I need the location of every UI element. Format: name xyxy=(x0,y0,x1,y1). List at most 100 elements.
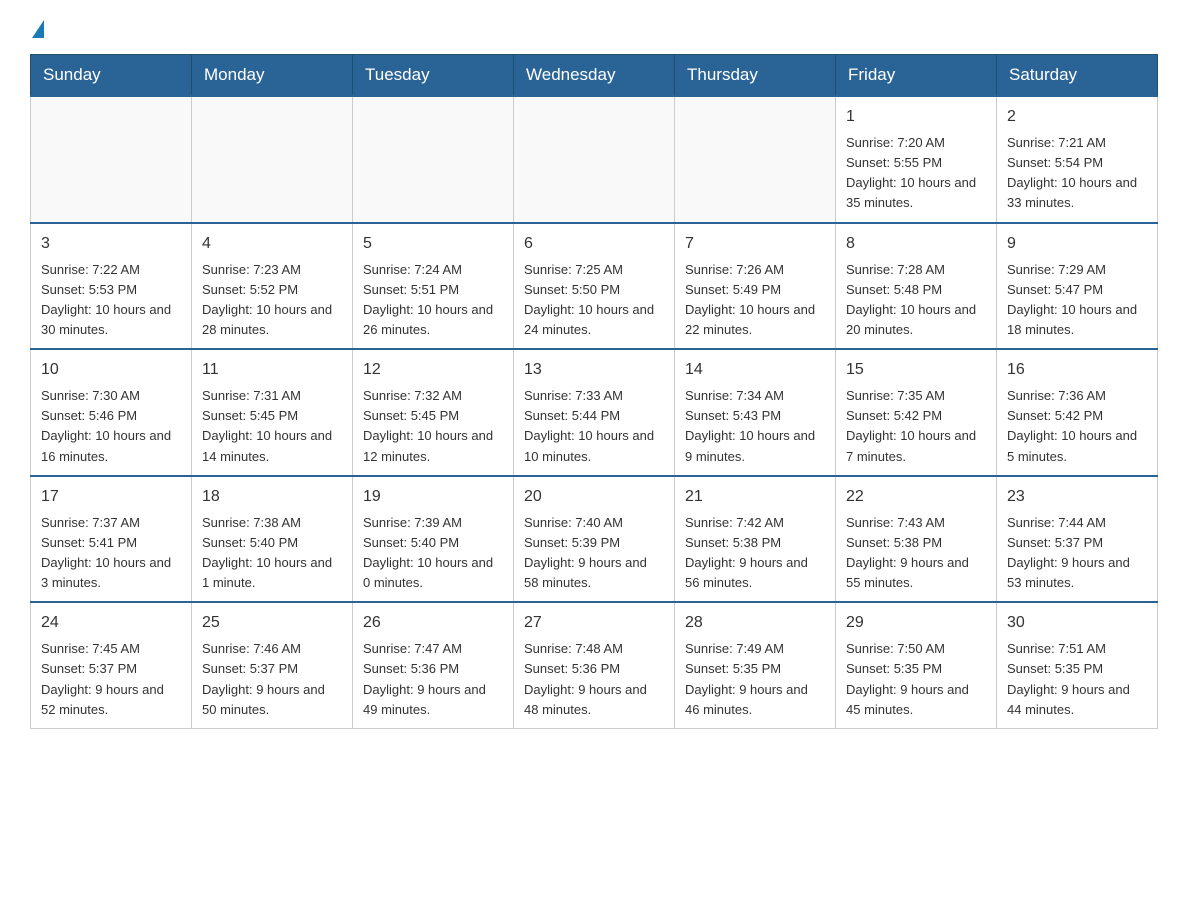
header-day-monday: Monday xyxy=(192,55,353,97)
day-number: 22 xyxy=(846,485,986,509)
calendar-table: SundayMondayTuesdayWednesdayThursdayFrid… xyxy=(30,54,1158,729)
day-number: 16 xyxy=(1007,358,1147,382)
day-number: 28 xyxy=(685,611,825,635)
day-info: Sunrise: 7:46 AM Sunset: 5:37 PM Dayligh… xyxy=(202,639,342,720)
calendar-cell xyxy=(675,96,836,223)
calendar-cell: 24Sunrise: 7:45 AM Sunset: 5:37 PM Dayli… xyxy=(31,602,192,728)
day-number: 14 xyxy=(685,358,825,382)
day-number: 25 xyxy=(202,611,342,635)
calendar-cell: 4 Sunrise: 7:23 AM Sunset: 5:52 PM Daylig… xyxy=(192,223,353,350)
header-day-tuesday: Tuesday xyxy=(353,55,514,97)
calendar-cell: 28 Sunrise: 7:49 AM Sunset: 5:35 PM Dayli… xyxy=(675,602,836,728)
day-info: Sunrise: 7:21 AM Sunset: 5:54 PM Dayligh… xyxy=(1007,133,1147,214)
day-info: Sunrise: 7:31 AM Sunset: 5:45 PM Dayligh… xyxy=(202,386,342,467)
header-day-thursday: Thursday xyxy=(675,55,836,97)
day-number: 4 xyxy=(202,232,342,256)
day-info: Sunrise: 7:32 AM Sunset: 5:45 PM Dayligh… xyxy=(363,386,503,467)
day-number: 15 xyxy=(846,358,986,382)
day-number: 12 xyxy=(363,358,503,382)
day-info: Sunrise: 7:49 AM Sunset: 5:35 PM Dayligh… xyxy=(685,639,825,720)
day-number: 29 xyxy=(846,611,986,635)
day-number: 26 xyxy=(363,611,503,635)
day-number: 5 xyxy=(363,232,503,256)
day-number: 20 xyxy=(524,485,664,509)
calendar-cell: 23Sunrise: 7:44 AM Sunset: 5:37 PM Dayli… xyxy=(997,476,1158,603)
day-info: Sunrise: 7:24 AM Sunset: 5:51 PM Dayligh… xyxy=(363,260,503,341)
calendar-cell: 18 Sunrise: 7:38 AM Sunset: 5:40 PM Dayli… xyxy=(192,476,353,603)
week-row-1: 1 Sunrise: 7:20 AM Sunset: 5:55 PM Daylig… xyxy=(31,96,1158,223)
calendar-cell: 20 Sunrise: 7:40 AM Sunset: 5:39 PM Dayli… xyxy=(514,476,675,603)
day-info: Sunrise: 7:43 AM Sunset: 5:38 PM Dayligh… xyxy=(846,513,986,594)
week-row-5: 24Sunrise: 7:45 AM Sunset: 5:37 PM Dayli… xyxy=(31,602,1158,728)
header-day-friday: Friday xyxy=(836,55,997,97)
calendar-cell: 5 Sunrise: 7:24 AM Sunset: 5:51 PM Daylig… xyxy=(353,223,514,350)
calendar-cell: 15 Sunrise: 7:35 AM Sunset: 5:42 PM Dayli… xyxy=(836,349,997,476)
logo-triangle-icon xyxy=(32,20,44,38)
day-number: 9 xyxy=(1007,232,1147,256)
day-number: 27 xyxy=(524,611,664,635)
calendar-cell: 10Sunrise: 7:30 AM Sunset: 5:46 PM Dayli… xyxy=(31,349,192,476)
week-row-2: 3 Sunrise: 7:22 AM Sunset: 5:53 PM Daylig… xyxy=(31,223,1158,350)
calendar-cell xyxy=(31,96,192,223)
week-row-4: 17 Sunrise: 7:37 AM Sunset: 5:41 PM Dayli… xyxy=(31,476,1158,603)
day-number: 24 xyxy=(41,611,181,635)
day-number: 21 xyxy=(685,485,825,509)
day-number: 11 xyxy=(202,358,342,382)
calendar-cell: 19Sunrise: 7:39 AM Sunset: 5:40 PM Dayli… xyxy=(353,476,514,603)
calendar-cell: 27 Sunrise: 7:48 AM Sunset: 5:36 PM Dayli… xyxy=(514,602,675,728)
day-number: 1 xyxy=(846,105,986,129)
calendar-cell xyxy=(192,96,353,223)
calendar-cell xyxy=(353,96,514,223)
day-number: 17 xyxy=(41,485,181,509)
week-row-3: 10Sunrise: 7:30 AM Sunset: 5:46 PM Dayli… xyxy=(31,349,1158,476)
calendar-cell: 6 Sunrise: 7:25 AM Sunset: 5:50 PM Daylig… xyxy=(514,223,675,350)
calendar-cell: 17 Sunrise: 7:37 AM Sunset: 5:41 PM Dayli… xyxy=(31,476,192,603)
day-number: 30 xyxy=(1007,611,1147,635)
day-info: Sunrise: 7:40 AM Sunset: 5:39 PM Dayligh… xyxy=(524,513,664,594)
day-number: 3 xyxy=(41,232,181,256)
calendar-cell xyxy=(514,96,675,223)
calendar-cell: 16 Sunrise: 7:36 AM Sunset: 5:42 PM Dayli… xyxy=(997,349,1158,476)
day-info: Sunrise: 7:30 AM Sunset: 5:46 PM Dayligh… xyxy=(41,386,181,467)
day-info: Sunrise: 7:35 AM Sunset: 5:42 PM Dayligh… xyxy=(846,386,986,467)
day-info: Sunrise: 7:20 AM Sunset: 5:55 PM Dayligh… xyxy=(846,133,986,214)
day-info: Sunrise: 7:50 AM Sunset: 5:35 PM Dayligh… xyxy=(846,639,986,720)
calendar-cell: 12 Sunrise: 7:32 AM Sunset: 5:45 PM Dayli… xyxy=(353,349,514,476)
calendar-cell: 25 Sunrise: 7:46 AM Sunset: 5:37 PM Dayli… xyxy=(192,602,353,728)
header xyxy=(30,20,1158,34)
day-number: 6 xyxy=(524,232,664,256)
calendar-cell: 14 Sunrise: 7:34 AM Sunset: 5:43 PM Dayli… xyxy=(675,349,836,476)
calendar-cell: 29 Sunrise: 7:50 AM Sunset: 5:35 PM Dayli… xyxy=(836,602,997,728)
day-info: Sunrise: 7:23 AM Sunset: 5:52 PM Dayligh… xyxy=(202,260,342,341)
calendar-cell: 2Sunrise: 7:21 AM Sunset: 5:54 PM Daylig… xyxy=(997,96,1158,223)
calendar-cell: 22 Sunrise: 7:43 AM Sunset: 5:38 PM Dayli… xyxy=(836,476,997,603)
calendar-header-row: SundayMondayTuesdayWednesdayThursdayFrid… xyxy=(31,55,1158,97)
day-info: Sunrise: 7:36 AM Sunset: 5:42 PM Dayligh… xyxy=(1007,386,1147,467)
header-day-wednesday: Wednesday xyxy=(514,55,675,97)
day-info: Sunrise: 7:42 AM Sunset: 5:38 PM Dayligh… xyxy=(685,513,825,594)
calendar-cell: 3 Sunrise: 7:22 AM Sunset: 5:53 PM Daylig… xyxy=(31,223,192,350)
day-number: 13 xyxy=(524,358,664,382)
header-day-sunday: Sunday xyxy=(31,55,192,97)
day-info: Sunrise: 7:22 AM Sunset: 5:53 PM Dayligh… xyxy=(41,260,181,341)
day-number: 8 xyxy=(846,232,986,256)
calendar-cell: 26 Sunrise: 7:47 AM Sunset: 5:36 PM Dayli… xyxy=(353,602,514,728)
day-info: Sunrise: 7:25 AM Sunset: 5:50 PM Dayligh… xyxy=(524,260,664,341)
day-info: Sunrise: 7:37 AM Sunset: 5:41 PM Dayligh… xyxy=(41,513,181,594)
calendar-cell: 11 Sunrise: 7:31 AM Sunset: 5:45 PM Dayli… xyxy=(192,349,353,476)
day-number: 19 xyxy=(363,485,503,509)
day-info: Sunrise: 7:34 AM Sunset: 5:43 PM Dayligh… xyxy=(685,386,825,467)
day-number: 23 xyxy=(1007,485,1147,509)
day-number: 18 xyxy=(202,485,342,509)
header-day-saturday: Saturday xyxy=(997,55,1158,97)
day-info: Sunrise: 7:51 AM Sunset: 5:35 PM Dayligh… xyxy=(1007,639,1147,720)
calendar-cell: 21 Sunrise: 7:42 AM Sunset: 5:38 PM Dayli… xyxy=(675,476,836,603)
day-info: Sunrise: 7:28 AM Sunset: 5:48 PM Dayligh… xyxy=(846,260,986,341)
calendar-cell: 30 Sunrise: 7:51 AM Sunset: 5:35 PM Dayli… xyxy=(997,602,1158,728)
day-info: Sunrise: 7:38 AM Sunset: 5:40 PM Dayligh… xyxy=(202,513,342,594)
day-info: Sunrise: 7:48 AM Sunset: 5:36 PM Dayligh… xyxy=(524,639,664,720)
day-info: Sunrise: 7:29 AM Sunset: 5:47 PM Dayligh… xyxy=(1007,260,1147,341)
day-info: Sunrise: 7:47 AM Sunset: 5:36 PM Dayligh… xyxy=(363,639,503,720)
calendar-cell: 7Sunrise: 7:26 AM Sunset: 5:49 PM Daylig… xyxy=(675,223,836,350)
day-number: 7 xyxy=(685,232,825,256)
